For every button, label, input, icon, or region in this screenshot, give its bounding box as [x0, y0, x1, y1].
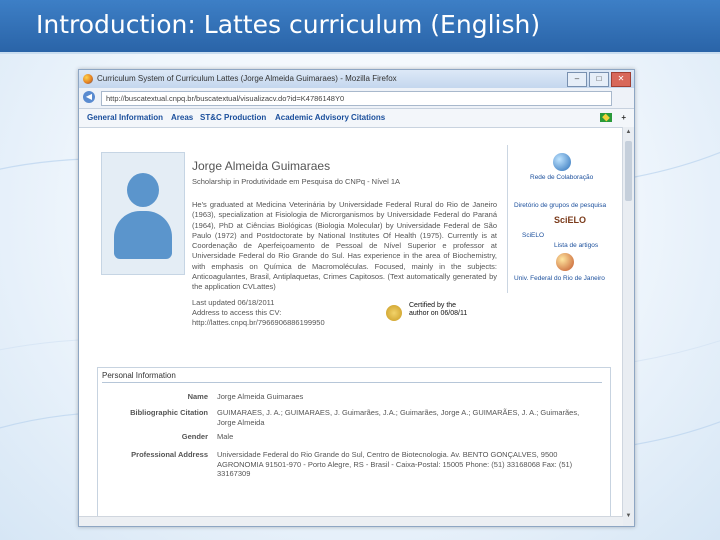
menu-academic-advisory[interactable]: Academic Advisory: [275, 113, 349, 122]
firefox-icon: [83, 74, 93, 84]
browser-window: Curriculum System of Curriculum Lattes (…: [78, 69, 635, 527]
plus-icon[interactable]: +: [621, 113, 626, 122]
last-updated: Last updated 06/18/2011: [192, 298, 275, 307]
menu-areas[interactable]: Areas: [171, 113, 193, 122]
cv-address-label: Address to access this CV:: [192, 308, 282, 317]
maximize-button[interactable]: □: [589, 72, 609, 87]
cv-content: Jorge Almeida Guimaraes Scholarship in P…: [79, 127, 623, 519]
link-scielo[interactable]: SciELO: [522, 232, 544, 239]
university-logo-icon: [556, 253, 574, 271]
field-label-address: Professional Address: [131, 450, 208, 459]
last-updated-block: Last updated 06/18/2011 Address to acces…: [192, 298, 281, 318]
scielo-logo-icon: SciELO: [554, 215, 587, 225]
certified-seal-icon: [386, 305, 402, 321]
field-value-gender: Male: [217, 432, 234, 441]
slide-title: Introduction: Lattes curriculum (English…: [36, 10, 541, 39]
person-silhouette-icon: [127, 173, 159, 207]
vertical-scrollbar[interactable]: ▲ ▼: [622, 127, 634, 526]
field-value-name: Jorge Almeida Guimaraes: [217, 392, 304, 401]
field-label-name: Name: [187, 392, 208, 401]
scholarship-line: Scholarship in Produtividade em Pesquisa…: [192, 177, 401, 186]
window-title: Curriculum System of Curriculum Lattes (…: [97, 74, 397, 83]
close-button[interactable]: ✕: [611, 72, 631, 87]
cv-url-link[interactable]: http://lattes.cnpq.br/7966906886199950: [192, 318, 325, 327]
window-titlebar: Curriculum System of Curriculum Lattes (…: [79, 70, 634, 88]
cv-menu: General Information Areas ST&C Productio…: [79, 109, 634, 128]
field-value-address: Universidade Federal do Rio Grande do Su…: [217, 450, 573, 478]
section-title: Personal Information: [102, 371, 176, 380]
section-divider: [102, 382, 602, 383]
related-links-panel: Rede de Colaboração Diretório de grupos …: [507, 145, 612, 293]
avatar: [101, 152, 185, 275]
field-label-citation: Bibliographic Citation: [130, 408, 208, 417]
scroll-down-icon[interactable]: ▼: [624, 513, 633, 522]
menu-stc-production[interactable]: ST&C Production: [200, 113, 266, 122]
bio-text: He's graduated at Medicina Veterinária b…: [192, 200, 497, 293]
certified-note: Certified by the author on 06/08/11: [409, 302, 468, 317]
scroll-up-icon[interactable]: ▲: [624, 129, 633, 138]
personal-information-section: Personal Information Name Jorge Almeida …: [97, 367, 611, 519]
link-collaboration-network[interactable]: Rede de Colaboração: [530, 174, 593, 181]
brazil-flag-icon[interactable]: [600, 113, 612, 122]
person-body-icon: [114, 211, 172, 259]
menu-citations[interactable]: Citations: [351, 113, 385, 122]
back-arrow-icon[interactable]: ◀: [83, 91, 95, 103]
field-value-citation: GUIMARAES, J. A.; GUIMARAES, J. Guimarãe…: [217, 408, 580, 427]
minimize-button[interactable]: –: [567, 72, 587, 87]
link-research-groups[interactable]: Diretório de grupos de pesquisa: [514, 202, 606, 209]
horizontal-scrollbar[interactable]: [79, 516, 623, 526]
bio-paragraph: He's graduated at Medicina Veterinária b…: [192, 200, 497, 282]
field-label-gender: Gender: [181, 432, 208, 441]
navigation-bar: ◀ http://buscatextual.cnpq.br/buscatextu…: [79, 88, 634, 109]
scroll-thumb[interactable]: [625, 141, 632, 201]
link-university[interactable]: Univ. Federal do Rio de Janeiro: [514, 275, 605, 282]
address-bar[interactable]: http://buscatextual.cnpq.br/buscatextual…: [101, 91, 612, 106]
slide-title-bar: Introduction: Lattes curriculum (English…: [0, 0, 720, 54]
link-article-list[interactable]: Lista de artigos: [554, 242, 598, 249]
menu-general-information[interactable]: General Information: [87, 113, 163, 122]
globe-icon: [553, 153, 571, 171]
person-name: Jorge Almeida Guimaraes: [192, 159, 331, 173]
